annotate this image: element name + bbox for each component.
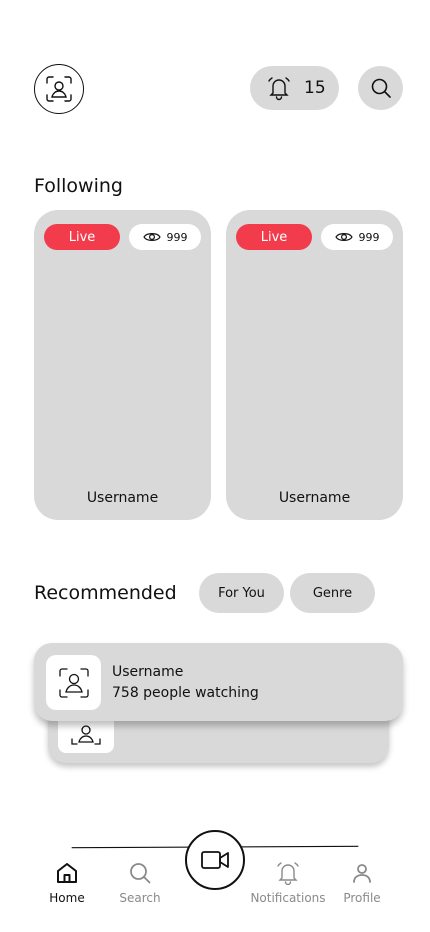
nav-label: Search: [119, 891, 161, 905]
following-heading: Following: [34, 175, 123, 197]
viewer-count: 999: [166, 230, 188, 244]
stream-username: Username: [278, 490, 351, 506]
nav-search[interactable]: Search: [100, 861, 180, 905]
profile-frame-icon: [71, 725, 101, 745]
profile-frame-icon: [58, 667, 89, 698]
nav-label: Notifications: [250, 891, 326, 905]
stream-thumbnail: [46, 655, 101, 710]
notification-count: 15: [304, 78, 326, 98]
home-icon: [57, 863, 77, 883]
eye-icon: [142, 233, 161, 241]
eye-icon: [334, 233, 353, 241]
viewer-count-badge: 999: [321, 224, 393, 250]
recommended-username: Username: [112, 664, 184, 680]
for-you-chip[interactable]: For You: [199, 573, 284, 613]
following-stream-card[interactable]: Live 999 Username: [34, 210, 211, 520]
following-stream-card[interactable]: Live 999 Username: [226, 210, 403, 520]
profile-frame-icon: [46, 76, 72, 102]
search-button[interactable]: [358, 66, 403, 110]
nav-label: Profile: [343, 891, 381, 905]
viewer-count-badge: 999: [129, 224, 201, 250]
viewer-count: 999: [358, 230, 380, 244]
nav-label: Home: [49, 891, 85, 905]
search-icon: [371, 78, 391, 98]
nav-notifications[interactable]: Notifications: [248, 861, 328, 905]
person-icon: [353, 864, 371, 883]
genre-chip[interactable]: Genre: [290, 573, 375, 613]
notifications-pill[interactable]: 15: [250, 66, 339, 110]
stream-username: Username: [86, 490, 159, 506]
search-icon: [130, 863, 151, 884]
recommended-heading: Recommended: [34, 582, 177, 604]
nav-home[interactable]: Home: [27, 861, 107, 905]
go-live-button[interactable]: [185, 830, 245, 890]
bell-icon: [277, 862, 299, 885]
recommended-viewer-text: 758 people watching: [112, 685, 259, 701]
video-camera-icon: [201, 851, 229, 869]
live-badge: Live: [236, 224, 312, 250]
bell-icon: [268, 77, 290, 101]
top-bar: 15: [0, 0, 430, 140]
recommended-stream-card[interactable]: Username 758 people watching: [34, 643, 403, 721]
profile-avatar-button[interactable]: [34, 64, 84, 114]
nav-profile[interactable]: Profile: [322, 861, 402, 905]
live-badge: Live: [44, 224, 120, 250]
